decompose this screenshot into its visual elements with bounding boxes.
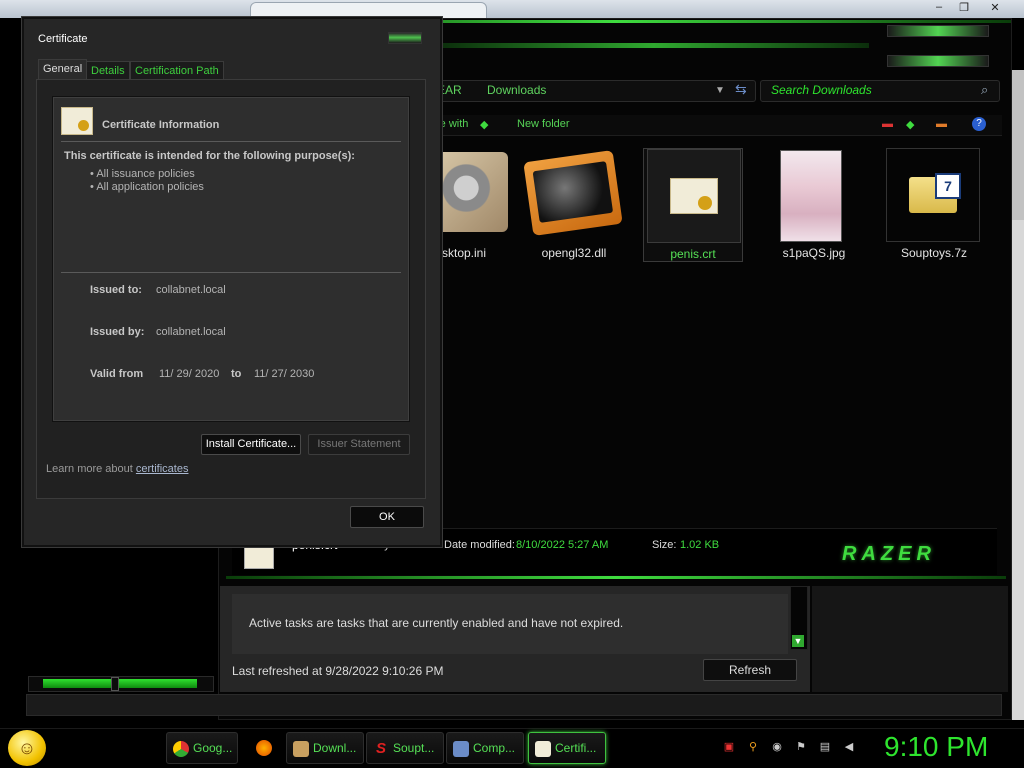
tab-details[interactable]: Details xyxy=(86,61,130,80)
tray-volume-icon[interactable]: ◀ xyxy=(842,740,856,754)
tab-certification-path[interactable]: Certification Path xyxy=(130,61,224,80)
browser-minimize-button[interactable]: – xyxy=(930,1,948,15)
issued-to-value: collabnet.local xyxy=(156,284,226,296)
chrome-bar xyxy=(439,43,869,48)
help-icon[interactable]: ? xyxy=(972,117,986,131)
bottom-status-bar xyxy=(26,694,1002,716)
background-browser-tabstrip: – ❐ ✕ xyxy=(0,0,1024,20)
tray-app-icon[interactable]: ▣ xyxy=(722,740,736,754)
close-button[interactable] xyxy=(388,32,422,44)
browser-maximize-button[interactable]: ❐ xyxy=(955,1,973,15)
learn-more-text: Learn more about certificates xyxy=(46,463,188,475)
divider xyxy=(61,272,401,273)
tray-flag-icon[interactable]: ⚑ xyxy=(794,740,808,754)
valid-to-label: to xyxy=(231,368,242,380)
file-item-souptoys-7z[interactable]: 7 Souptoys.7z xyxy=(882,148,986,266)
certificates-link[interactable]: certificates xyxy=(136,463,189,475)
install-certificate-button[interactable]: Install Certificate... xyxy=(201,434,301,455)
divider xyxy=(61,141,401,142)
certificate-icon xyxy=(535,740,551,757)
taskbar-item-souptoys[interactable]: S Soupt... xyxy=(366,732,444,764)
tray-network-icon[interactable]: ▤ xyxy=(818,740,832,754)
details-date-label: Date modified: xyxy=(444,539,515,551)
purpose-item: • All issuance policies xyxy=(90,168,195,180)
preview-pane-icon[interactable]: ▬ xyxy=(936,118,947,130)
ok-button[interactable]: OK xyxy=(350,506,424,528)
new-folder-button[interactable]: New folder xyxy=(517,118,570,130)
taskbar-clock[interactable]: 9:10 PM xyxy=(884,731,988,763)
taskbar-item-certificate[interactable]: Certifi... xyxy=(528,732,606,764)
souptoys-icon: S xyxy=(375,739,386,757)
dialog-title: Certificate xyxy=(38,33,88,45)
chrome-icon xyxy=(173,740,189,757)
image-thumbnail-icon xyxy=(780,150,842,242)
razer-logo: RAZER xyxy=(842,543,936,565)
share-dot-icon: ◆ xyxy=(480,119,489,131)
breadcrumb-downloads[interactable]: Downloads xyxy=(487,83,546,97)
view-icon[interactable]: ▬ xyxy=(882,118,893,130)
window-controls-secondary[interactable] xyxy=(887,55,989,67)
certificate-dialog: Certificate General Details Certificatio… xyxy=(22,17,442,547)
archive-icon: 7 xyxy=(886,148,980,242)
tray-search-icon[interactable]: ⚲ xyxy=(746,740,760,754)
details-size-value: 1.02 KB xyxy=(680,539,720,551)
gear-icon xyxy=(432,152,508,232)
tray-status-icon[interactable]: ◉ xyxy=(770,740,784,754)
general-tab-panel: Certificate Information This certificate… xyxy=(36,79,426,499)
file-name: opengl32.dll xyxy=(541,246,607,260)
details-accent-bar xyxy=(226,576,1006,579)
window-controls[interactable] xyxy=(887,25,989,37)
computer-management-icon xyxy=(453,740,469,757)
purpose-label: This certificate is intended for the fol… xyxy=(64,150,355,162)
dll-icon xyxy=(523,150,623,236)
start-button-smiley-icon[interactable]: ☺ xyxy=(8,730,46,766)
refresh-button[interactable]: Refresh xyxy=(703,659,797,681)
taskbar-item-chrome[interactable]: Goog... xyxy=(166,732,238,764)
page-scrollbar[interactable] xyxy=(1012,70,1024,720)
refresh-arrows-icon[interactable]: ⇆ xyxy=(735,81,747,98)
firefox-icon[interactable] xyxy=(256,740,272,756)
file-name: Souptoys.7z xyxy=(900,246,968,260)
search-icon[interactable]: ⌕ xyxy=(981,82,988,98)
zoom-slider[interactable] xyxy=(28,676,214,692)
taskbar-item-downloads[interactable]: Downl... xyxy=(286,732,364,764)
search-input[interactable]: Search Downloads xyxy=(771,83,872,97)
browser-close-button[interactable]: ✕ xyxy=(986,1,1004,15)
tasks-side-panel xyxy=(812,586,1008,692)
task-description-box: Active tasks are tasks that are currentl… xyxy=(232,594,788,654)
issued-by-value: collabnet.local xyxy=(156,326,226,338)
file-name: s1paQS.jpg xyxy=(782,246,846,260)
issued-by-label: Issued by: xyxy=(90,326,145,338)
file-item-opengl32-dll[interactable]: opengl32.dll xyxy=(522,148,626,266)
file-name: penis.crt xyxy=(670,247,716,261)
details-size-label: Size: xyxy=(652,539,677,551)
issuer-statement-button: Issuer Statement xyxy=(308,434,410,455)
file-item-s1paqs-jpg[interactable]: s1paQS.jpg xyxy=(762,148,866,266)
valid-from-label: Valid from xyxy=(90,368,144,380)
issued-to-label: Issued to: xyxy=(90,284,142,296)
details-date-value: 8/10/2022 5:27 AM xyxy=(516,539,609,551)
tab-general[interactable]: General xyxy=(38,59,88,80)
search-box[interactable]: Search Downloads ⌕ xyxy=(760,80,1000,102)
view-dot-icon[interactable]: ◆ xyxy=(906,118,914,131)
certificate-info-box: Certificate Information This certificate… xyxy=(52,96,410,422)
taskbar-item-computer-management[interactable]: Comp... xyxy=(446,732,524,764)
learn-more-label: Learn more about xyxy=(46,463,133,475)
valid-to-value: 11/ 27/ 2030 xyxy=(254,368,315,380)
purpose-item: • All application policies xyxy=(90,181,204,193)
explorer-icon xyxy=(293,740,309,757)
info-heading: Certificate Information xyxy=(102,119,220,131)
certificate-icon xyxy=(61,107,93,135)
task-description: Active tasks are tasks that are currentl… xyxy=(249,616,624,630)
tasks-scrollbar[interactable]: ▼ xyxy=(790,586,808,650)
valid-from-value: 11/ 29/ 2020 xyxy=(159,368,220,380)
certificate-icon xyxy=(647,149,741,243)
address-dropdown-icon[interactable]: ▼ xyxy=(715,85,725,96)
last-refreshed-label: Last refreshed at 9/28/2022 9:10:26 PM xyxy=(232,664,444,678)
file-item-penis-crt[interactable]: penis.crt xyxy=(643,148,743,262)
